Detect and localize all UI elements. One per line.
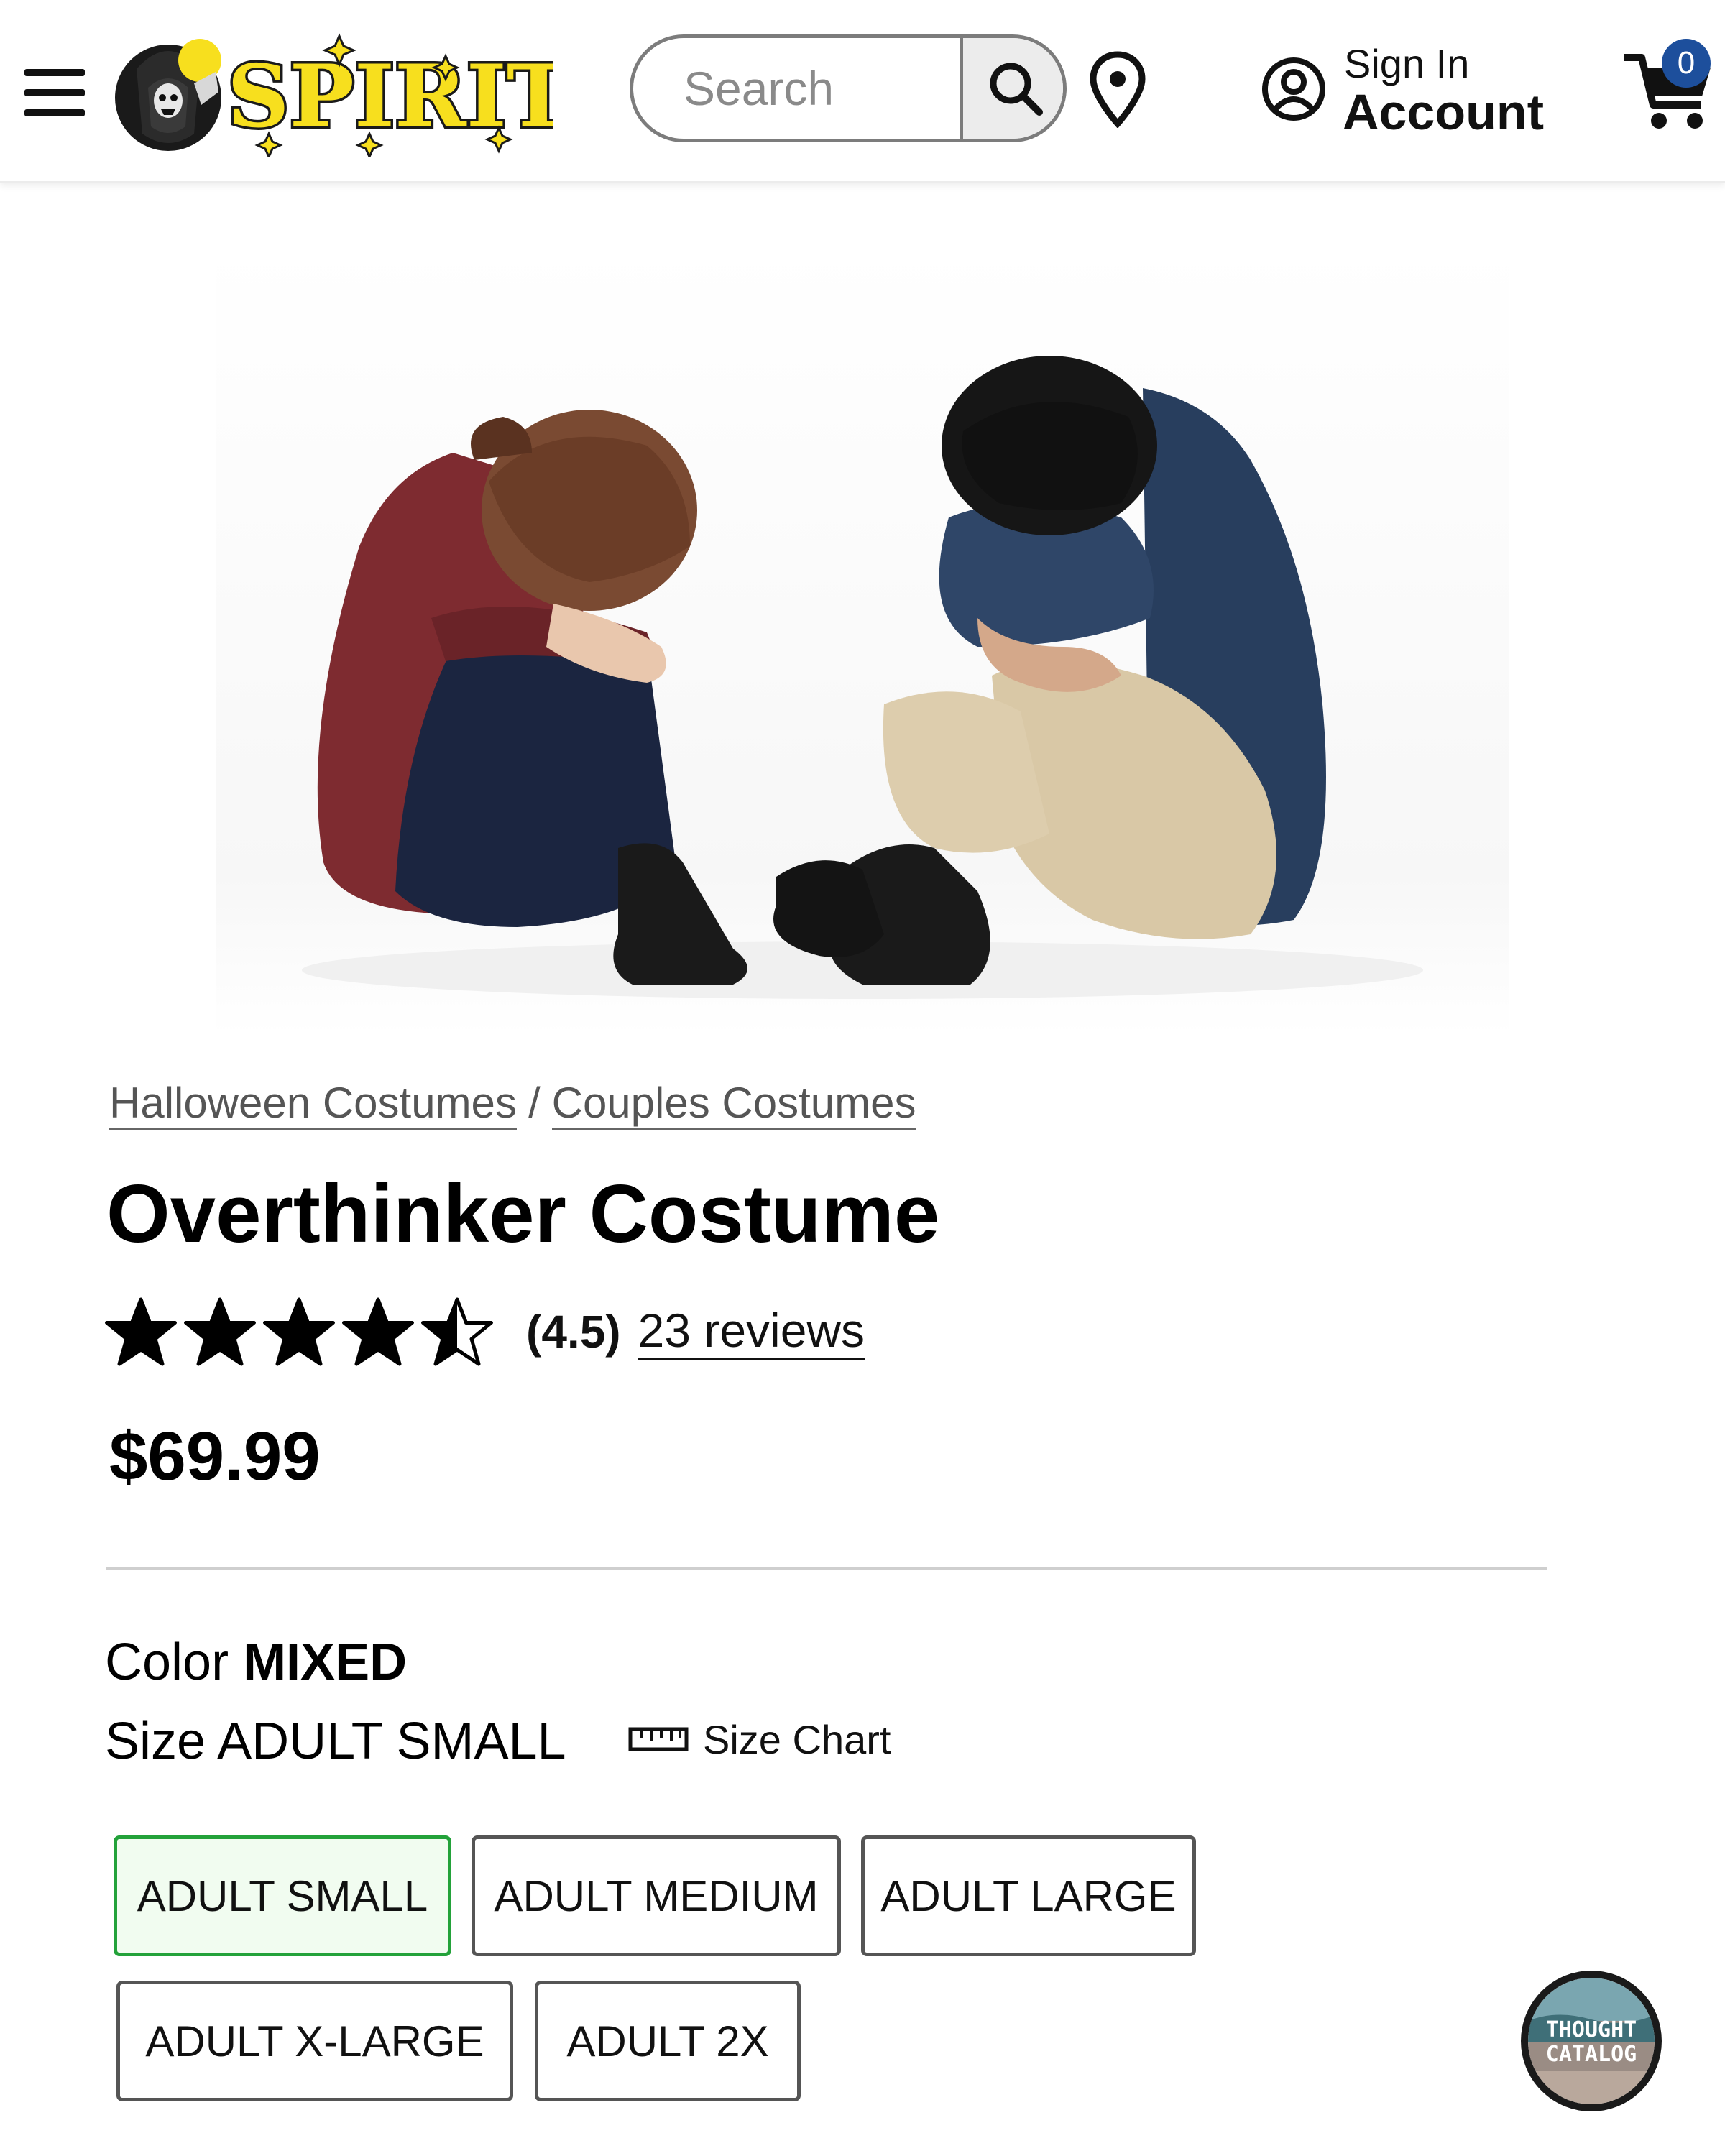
size-chart-label: Size Chart (703, 1716, 891, 1762)
spirit-logo[interactable]: SPIRIT (108, 26, 553, 157)
color-value: MIXED (243, 1634, 408, 1691)
product-price: $69.99 (109, 1418, 321, 1495)
size-option-adult-large[interactable]: ADULT LARGE (861, 1835, 1196, 1956)
size-option-adult-medium[interactable]: ADULT MEDIUM (472, 1835, 841, 1956)
star-full-icon (105, 1297, 177, 1366)
star-full-icon (184, 1297, 256, 1366)
color-label: Color (105, 1634, 229, 1691)
size-label: Size (105, 1713, 206, 1770)
location-pin-icon[interactable] (1088, 50, 1147, 128)
star-full-icon (342, 1297, 414, 1366)
breadcrumb: Halloween Costumes / Couples Costumes (109, 1078, 916, 1130)
search-input[interactable] (633, 38, 960, 139)
site-header: SPIRIT Sign In Account (0, 0, 1725, 183)
product-rating: (4.5) 23 reviews (104, 1297, 865, 1366)
cart-count-badge: 0 (1662, 39, 1711, 88)
hamburger-menu-icon[interactable] (24, 69, 85, 119)
thought-catalog-watermark: THOUGHT CATALOG (1521, 1971, 1662, 2111)
search-button[interactable] (960, 38, 1063, 139)
logo-wordmark: SPIRIT (227, 46, 553, 147)
watermark-line2: CATALOG (1546, 2042, 1637, 2067)
star-rating (104, 1296, 499, 1368)
account-label: Account (1343, 84, 1544, 140)
search-box (630, 34, 1067, 142)
star-half-icon (421, 1297, 493, 1366)
size-option-adult-small[interactable]: ADULT SMALL (114, 1835, 451, 1956)
search-icon (990, 63, 1043, 116)
watermark-line1: THOUGHT (1546, 2017, 1637, 2042)
user-circle-icon (1262, 57, 1325, 121)
breadcrumb-link-couples-costumes[interactable]: Couples Costumes (551, 1079, 916, 1130)
size-value: ADULT SMALL (217, 1713, 566, 1770)
star-full-icon (263, 1297, 335, 1366)
rating-value: (4.5) (526, 1306, 621, 1358)
size-option-adult-2x[interactable]: ADULT 2X (535, 1981, 801, 2101)
account-link[interactable]: Sign In Account (1261, 37, 1563, 145)
size-chart-link[interactable]: Size Chart (628, 1710, 891, 1768)
reviews-link[interactable]: 23 reviews (638, 1303, 865, 1360)
sign-in-label: Sign In (1344, 41, 1470, 86)
product-title: Overthinker Costume (106, 1169, 940, 1260)
ruler-icon (628, 1727, 689, 1751)
divider (106, 1567, 1547, 1570)
size-selection: Size ADULT SMALL (105, 1712, 566, 1771)
breadcrumb-link-halloween-costumes[interactable]: Halloween Costumes (109, 1079, 517, 1130)
color-selection: Color MIXED (105, 1633, 407, 1692)
size-option-adult-x-large[interactable]: ADULT X-LARGE (116, 1981, 513, 2101)
breadcrumb-separator: / (528, 1079, 540, 1127)
product-image[interactable] (216, 244, 1509, 1035)
